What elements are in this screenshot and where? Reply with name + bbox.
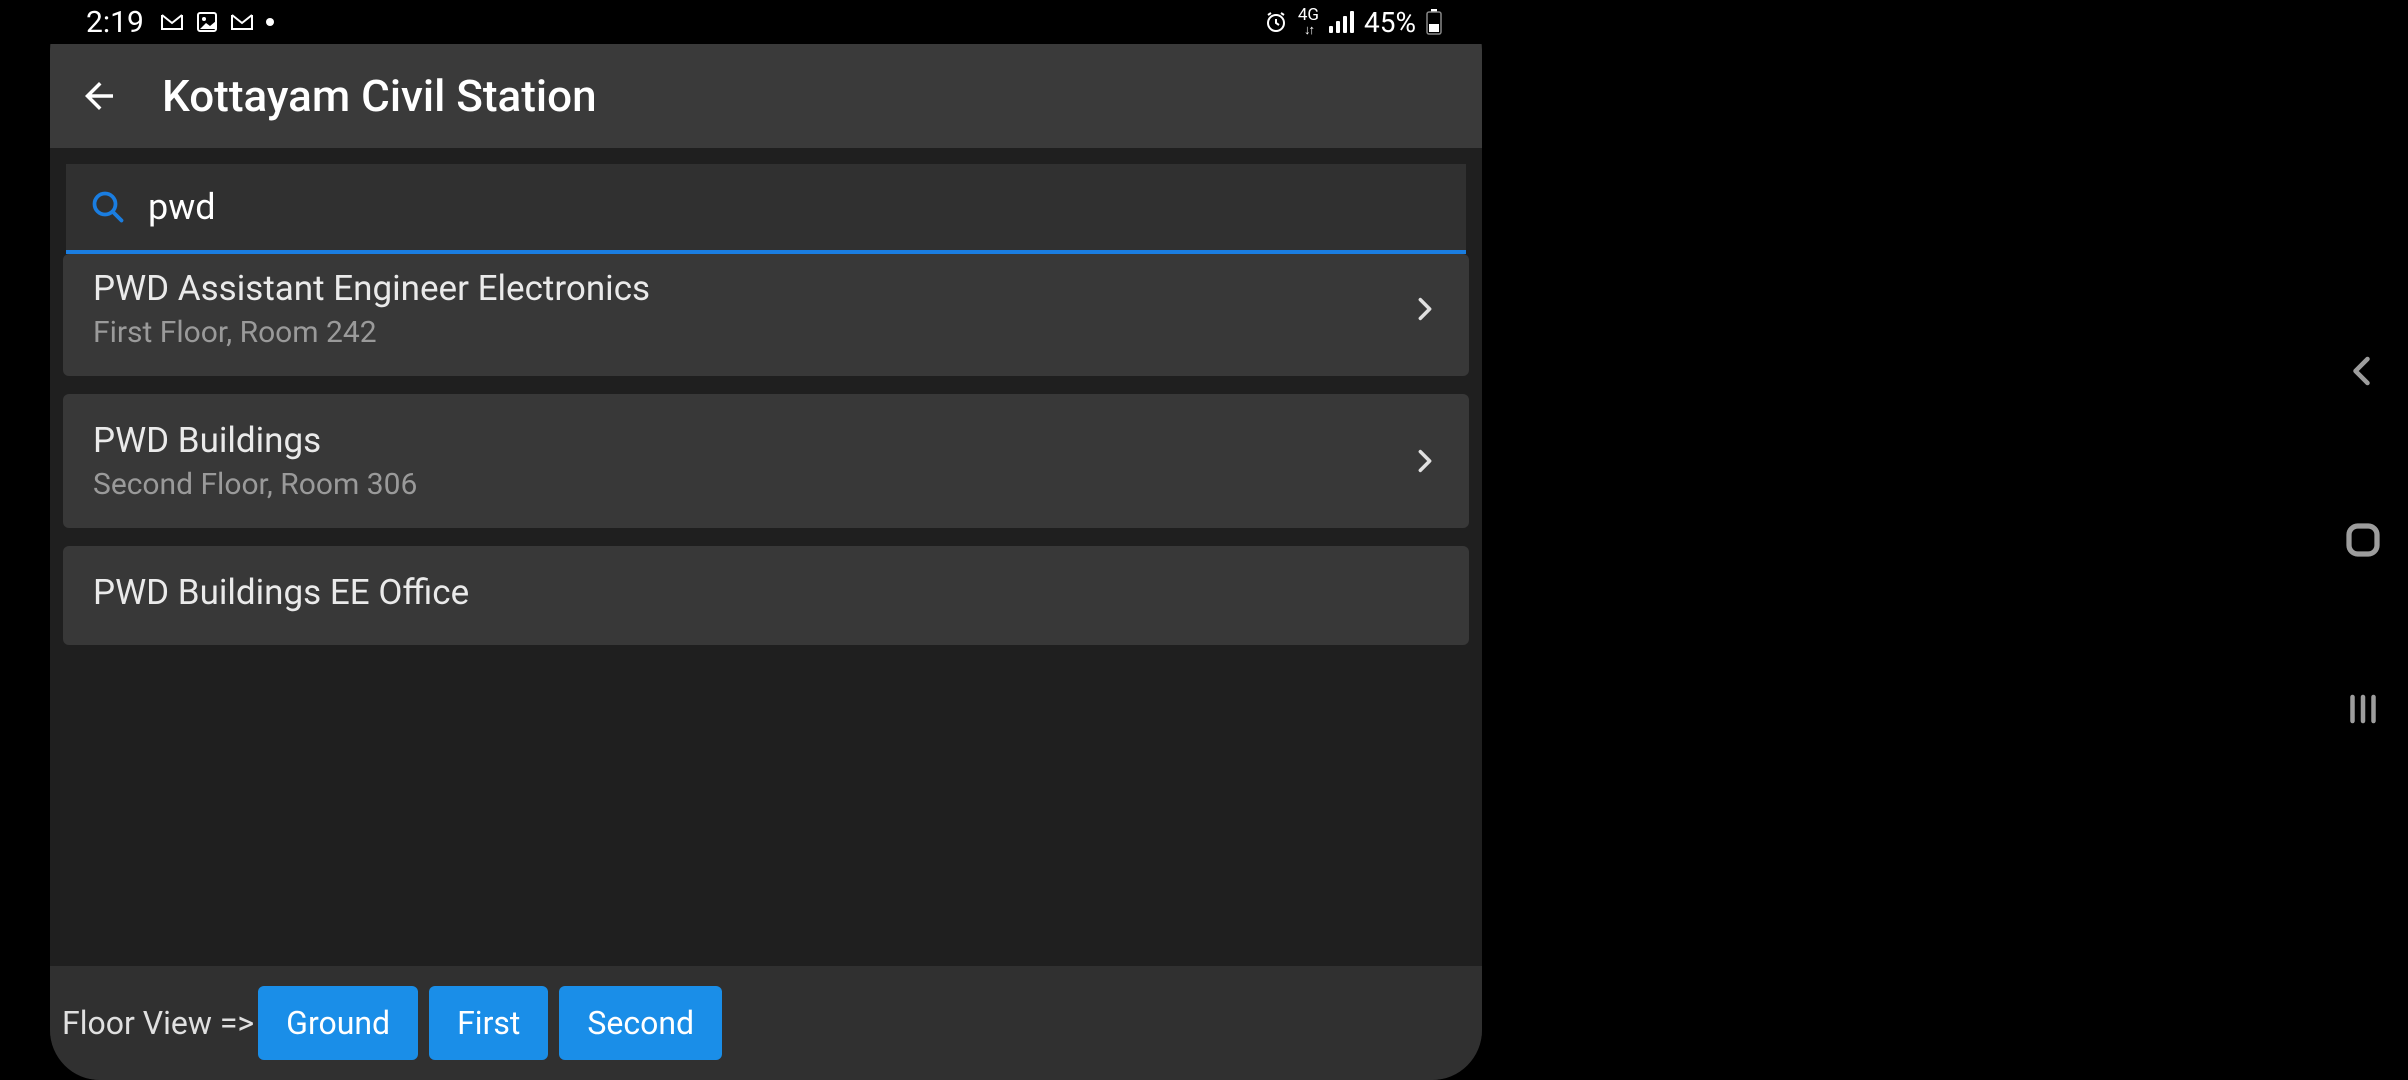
chevron-right-icon <box>1411 295 1439 323</box>
result-title: PWD Buildings <box>93 420 1411 461</box>
device-back-button[interactable] <box>2345 353 2381 389</box>
chevron-right-icon <box>1411 447 1439 475</box>
alarm-icon <box>1264 10 1288 34</box>
floor-view-label: Floor View => <box>62 1004 254 1042</box>
floor-second-button[interactable]: Second <box>559 986 722 1060</box>
battery-percent: 45% <box>1364 6 1416 39</box>
list-item[interactable]: PWD Assistant Engineer Electronics First… <box>63 254 1469 376</box>
results-list: PWD Assistant Engineer Electronics First… <box>50 254 1482 966</box>
device-home-button[interactable] <box>2342 519 2384 561</box>
device-recents-button[interactable] <box>2345 691 2381 727</box>
more-notifications-dot <box>266 18 274 26</box>
gmail-icon <box>160 13 184 31</box>
gmail-icon-2 <box>230 13 254 31</box>
search-icon <box>90 189 126 225</box>
battery-icon <box>1426 9 1442 35</box>
floor-first-button[interactable]: First <box>429 986 548 1060</box>
status-time: 2:19 <box>86 5 144 40</box>
status-left: 2:19 <box>86 5 274 40</box>
network-label-text: 4G <box>1298 7 1319 24</box>
device-nav-bar <box>2318 0 2408 1080</box>
photo-icon <box>196 11 218 33</box>
page-title: Kottayam Civil Station <box>162 70 597 122</box>
search-box[interactable] <box>66 164 1466 254</box>
search-input[interactable] <box>148 186 1442 228</box>
list-item[interactable]: PWD Buildings EE Office <box>63 546 1469 645</box>
floor-ground-button[interactable]: Ground <box>258 986 418 1060</box>
floor-view-bar: Floor View => Ground First Second <box>50 966 1482 1080</box>
status-right: 4G ↓↑ 45% <box>1264 6 1442 39</box>
back-button[interactable] <box>78 75 120 117</box>
app-header: Kottayam Civil Station <box>50 44 1482 148</box>
result-subtitle: First Floor, Room 242 <box>93 315 1411 350</box>
signal-icon <box>1329 11 1354 33</box>
search-container <box>50 148 1482 254</box>
result-title: PWD Assistant Engineer Electronics <box>93 268 1411 309</box>
status-bar: 2:19 4G ↓↑ 45% <box>50 0 1482 44</box>
app-body: PWD Assistant Engineer Electronics First… <box>50 148 1482 1080</box>
network-type: 4G ↓↑ <box>1298 7 1319 37</box>
result-subtitle: Second Floor, Room 306 <box>93 467 1411 502</box>
result-title: PWD Buildings EE Office <box>93 572 1439 613</box>
list-item[interactable]: PWD Buildings Second Floor, Room 306 <box>63 394 1469 528</box>
